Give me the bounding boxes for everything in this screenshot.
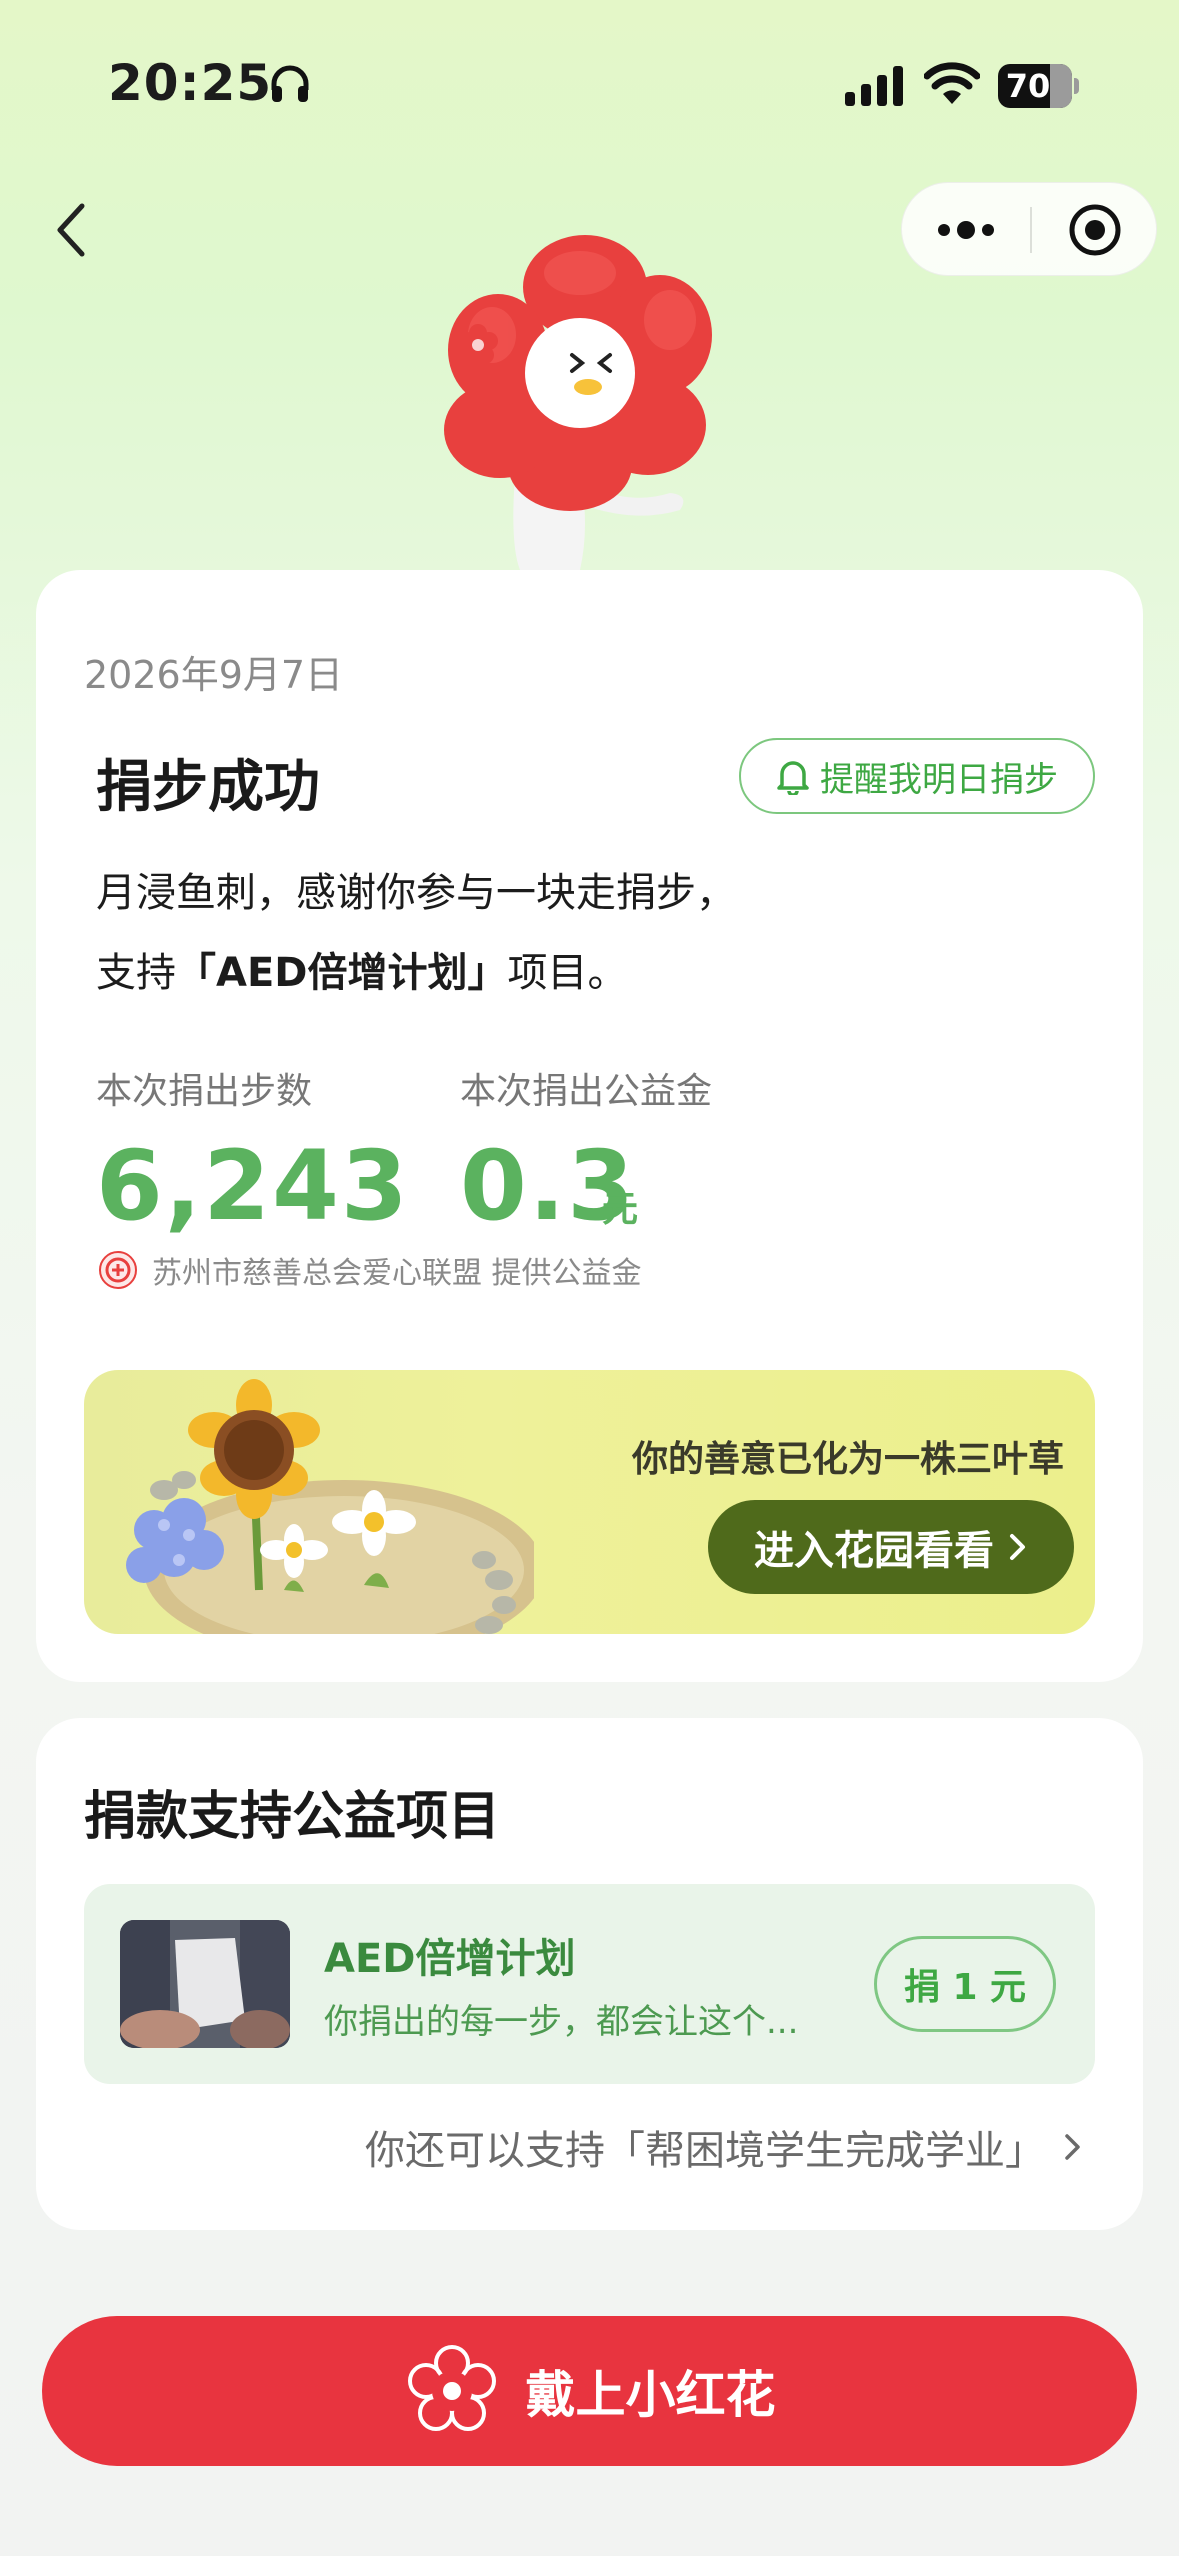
steps-value: 6,243 [96, 1130, 410, 1242]
project-thumbnail [120, 1920, 290, 2048]
target-close-icon [1069, 204, 1121, 256]
donation-result-card: 2026年9月7日 捐步成功 提醒我明日捐步 月浸鱼刺，感谢你参与一块走捐步， … [36, 570, 1143, 1682]
alternative-project-link[interactable]: 你还可以支持「帮困境学生完成学业」 [365, 2118, 1083, 2176]
thanks-prefix: 支持 [96, 950, 176, 996]
sponsor-line: 苏州市慈善总会爱心联盟 提供公益金 [98, 1250, 642, 1291]
thanks-project: 「AED倍增计划」 [176, 950, 508, 996]
enter-garden-button[interactable]: 进入花园看看 [708, 1500, 1074, 1594]
thanks-line-2: 支持「AED倍增计划」项目。 [96, 940, 627, 998]
battery-icon: 70 [998, 64, 1079, 108]
money-unit: 元 [602, 1189, 639, 1230]
project-name: AED倍增计划 [324, 1936, 576, 1982]
project-item[interactable]: AED倍增计划 你捐出的每一步，都会让这个... 捐 1 元 [84, 1884, 1095, 2084]
garden-message: 你的善意已化为一株三叶草 [631, 1439, 1064, 1480]
result-title: 捐步成功 [96, 755, 320, 820]
alternative-project-text: 你还可以支持「帮困境学生完成学业」 [365, 2128, 1045, 2174]
mini-program-capsule [901, 182, 1157, 276]
remind-tomorrow-button[interactable]: 提醒我明日捐步 [739, 738, 1095, 814]
support-section-title: 捐款支持公益项目 [84, 1787, 501, 1847]
remind-label: 提醒我明日捐步 [820, 759, 1058, 800]
chevron-left-icon [57, 203, 85, 257]
support-projects-card: 捐款支持公益项目 AED倍增计划 你捐出的每一步，都会让这个... 捐 1 元 … [36, 1718, 1143, 2230]
battery-level: 70 [1005, 67, 1051, 105]
charity-logo-icon [99, 1251, 137, 1289]
thanks-line-1: 月浸鱼刺，感谢你参与一块走捐步， [96, 870, 736, 916]
headphones-icon [271, 65, 309, 102]
red-flower-mascot [444, 235, 712, 570]
thanks-suffix: 项目。 [507, 950, 628, 996]
wear-red-flower-label: 戴上小红花 [525, 2366, 776, 2424]
status-bar: 20:25 70 [0, 0, 1179, 160]
back-button[interactable] [40, 190, 100, 270]
enter-garden-label: 进入花园看看 [754, 1528, 994, 1574]
close-button[interactable] [1032, 183, 1158, 277]
status-time: 20:25 [108, 54, 273, 112]
signal-icon [845, 66, 903, 106]
bell-icon [777, 761, 809, 795]
project-photo-image [120, 1920, 290, 2048]
money-label: 本次捐出公益金 [460, 1071, 713, 1112]
donate-button[interactable]: 捐 1 元 [874, 1936, 1056, 2032]
garden-banner[interactable]: 你的善意已化为一株三叶草 进入花园看看 [84, 1370, 1095, 1634]
project-description: 你捐出的每一步，都会让这个... [324, 2002, 799, 2042]
wifi-icon [924, 62, 980, 104]
garden-illustration [126, 1379, 534, 1634]
sponsor-text: 苏州市慈善总会爱心联盟 提供公益金 [152, 1256, 642, 1291]
more-dots-icon [938, 221, 994, 239]
chevron-right-icon [1065, 2134, 1080, 2160]
steps-label: 本次捐出步数 [96, 1071, 313, 1112]
more-button[interactable] [902, 183, 1030, 277]
wear-red-flower-button[interactable]: 戴上小红花 [42, 2316, 1137, 2466]
flower-outline-icon [407, 2345, 496, 2431]
chevron-right-icon [1010, 1534, 1025, 1560]
donation-date: 2026年9月7日 [84, 653, 344, 697]
